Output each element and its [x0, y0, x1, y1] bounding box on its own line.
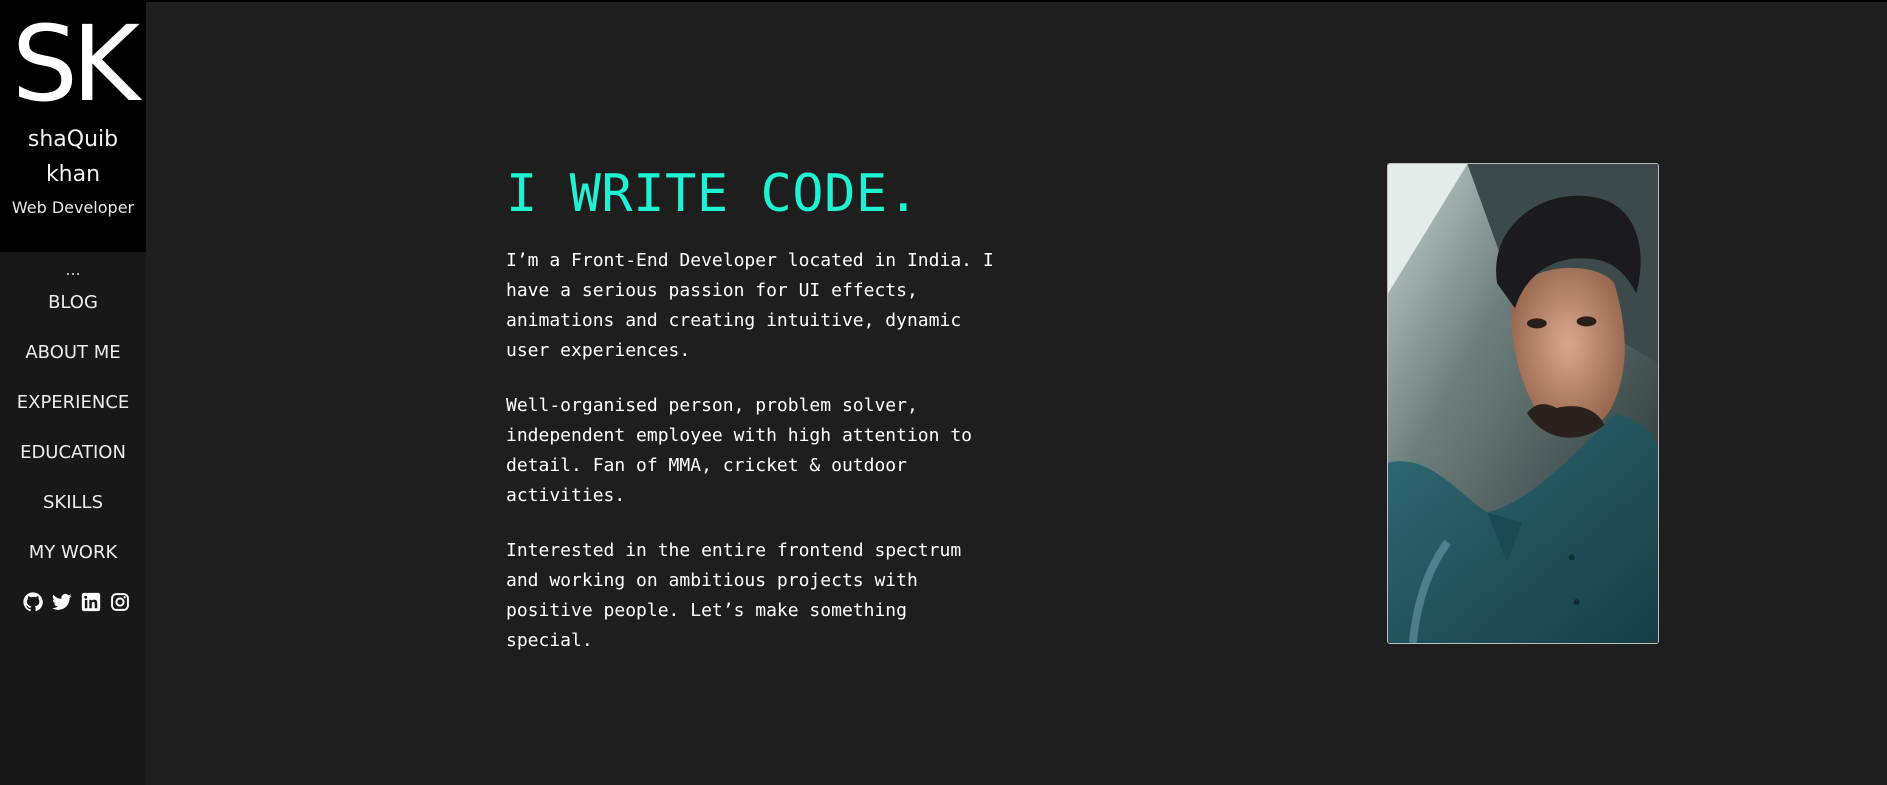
brand-logo[interactable]: SK: [0, 8, 146, 120]
nav-item-experience[interactable]: EXPERIENCE: [0, 388, 146, 438]
main-nav: ... BLOG ABOUT ME EXPERIENCE EDUCATION S…: [0, 252, 146, 612]
hero-headline: I WRITE CODE.: [506, 164, 920, 224]
instagram-icon[interactable]: [110, 592, 130, 612]
brand-role: Web Developer: [11, 198, 135, 217]
nav-item-my-work[interactable]: MY WORK: [0, 538, 146, 588]
twitter-icon[interactable]: [51, 592, 72, 612]
brand-name: shaQuib khan: [27, 127, 119, 187]
brand-block[interactable]: SK shaQuib khan Web Developer: [0, 2, 146, 252]
personality-paragraph: Well-organised person, problem solver, i…: [506, 395, 972, 506]
profile-photo: [1387, 163, 1659, 644]
github-icon[interactable]: [22, 592, 43, 612]
hero-section: I WRITE CODE. I’m a Front-End Developer …: [506, 162, 1006, 681]
interests-paragraph: Interested in the entire frontend spectr…: [506, 540, 962, 651]
nav-item-education[interactable]: EDUCATION: [0, 438, 146, 488]
nav-item-blog[interactable]: BLOG: [0, 288, 146, 338]
linkedin-icon[interactable]: [81, 592, 101, 612]
social-links: [0, 592, 146, 612]
intro-paragraph: I’m a Front-End Developer located in Ind…: [506, 250, 994, 361]
page: SK shaQuib khan Web Developer ... BLOG A…: [0, 0, 1887, 785]
sidebar: SK shaQuib khan Web Developer ... BLOG A…: [0, 2, 146, 785]
nav-item-skills[interactable]: SKILLS: [0, 488, 146, 538]
nav-item-about-me[interactable]: ABOUT ME: [0, 338, 146, 388]
nav-dots: ...: [65, 260, 81, 279]
